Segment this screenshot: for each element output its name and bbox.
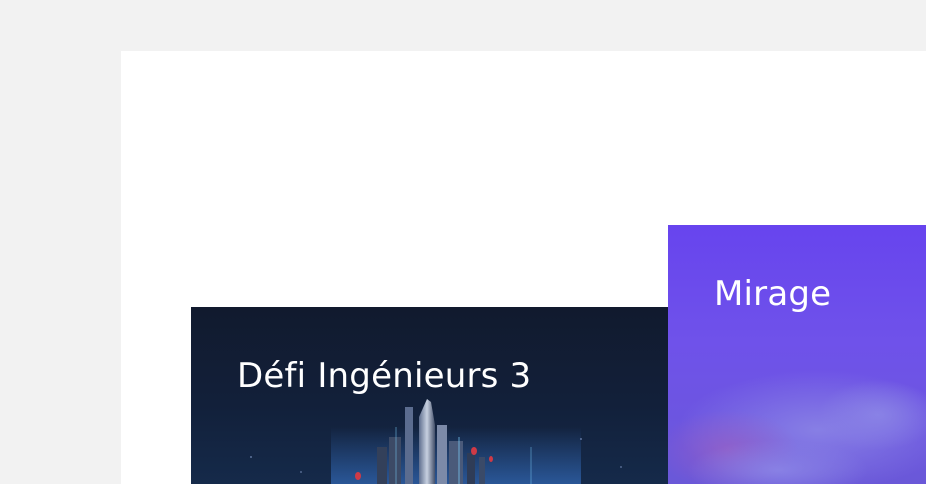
card-title: Mirage bbox=[714, 274, 832, 314]
cloud-illustration bbox=[668, 370, 926, 484]
project-card-mirage[interactable]: Mirage bbox=[668, 225, 926, 484]
page: Défi Ingénieurs 3 Mirage bbox=[0, 0, 926, 484]
card-title: Défi Ingénieurs 3 bbox=[237, 356, 532, 396]
project-card-defi-ingenieurs[interactable]: Défi Ingénieurs 3 bbox=[191, 307, 668, 484]
